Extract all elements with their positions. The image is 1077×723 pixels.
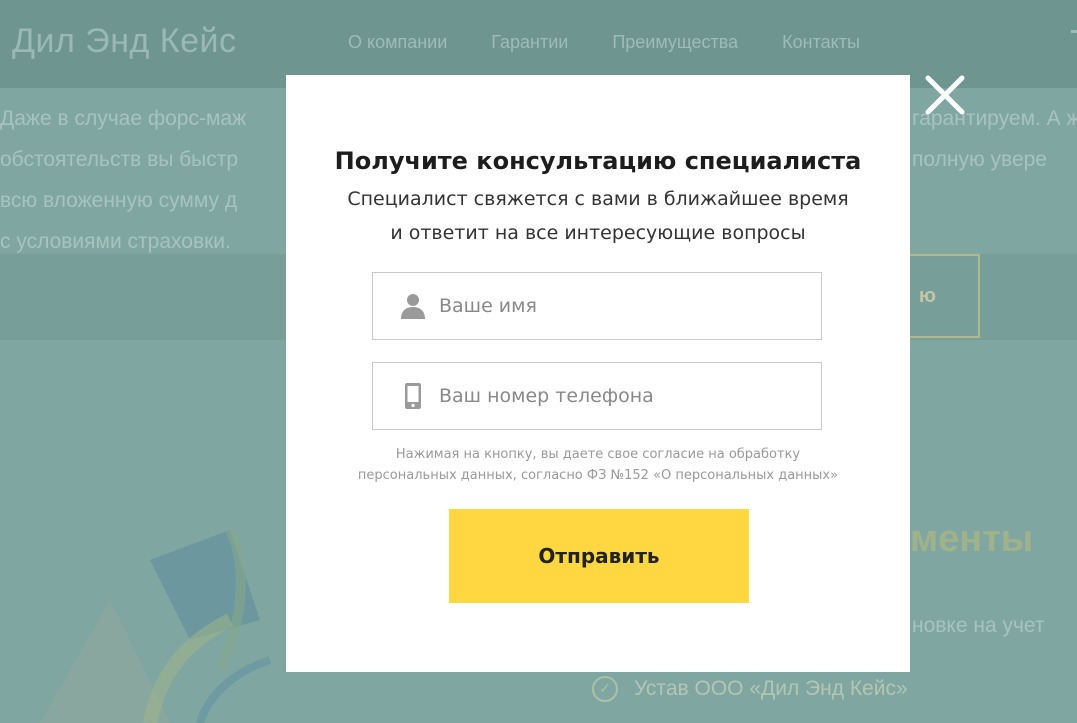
modal-title: Получите консультацию специалиста [334,147,862,175]
modal-subtitle-line2: и ответит на все интересующие вопросы [390,222,806,244]
user-icon [395,288,431,324]
paragraph-line: всю вложенную сумму д [0,189,238,212]
background-heading: менты [910,518,1034,560]
close-icon[interactable] [922,72,968,118]
nav-item-advantages[interactable]: Преимущества [612,32,738,53]
name-input[interactable] [437,294,821,318]
paragraph-line: обстоятельств вы быстр [0,148,239,171]
check-circle-icon: ✓ [592,676,618,702]
nav-item-guarantees[interactable]: Гарантии [491,32,568,53]
menu-icon[interactable] [1071,30,1077,33]
consent-text-line2: персональных данных, согласно ФЗ №152 «О… [357,468,839,483]
consent-text-line1: Нажимая на кнопку, вы даете свое согласи… [395,447,801,462]
phone-input[interactable] [437,384,821,408]
site-nav: О компании Гарантии Преимущества Контакт… [348,32,860,53]
site-logo[interactable]: Дил Энд Кейс [12,22,237,61]
modal-subtitle-line1: Специалист свяжется с вами в ближайшее в… [347,188,849,210]
phone-field[interactable] [372,362,822,430]
list-item-label[interactable]: Устав ООО «Дил Энд Кейс» [634,677,908,701]
consultation-modal: Получите консультацию специалиста Специа… [286,75,910,672]
background-line: новке на учет [912,614,1045,637]
paragraph-line: полную увере [912,148,1047,171]
nav-item-about[interactable]: О компании [348,32,447,53]
decorative-leaves-image [40,527,272,723]
nav-item-contacts[interactable]: Контакты [782,32,860,53]
background-button-label: ю [918,284,936,307]
name-field[interactable] [372,272,822,340]
paragraph-line: Даже в случае форс-маж [0,107,247,130]
submit-button[interactable]: Отправить [449,509,749,603]
background-list-item: ✓ Устав ООО «Дил Энд Кейс» [592,676,908,702]
background-paragraph-left: Даже в случае форс-маж обстоятельств вы … [0,98,290,262]
phone-icon [395,378,431,414]
